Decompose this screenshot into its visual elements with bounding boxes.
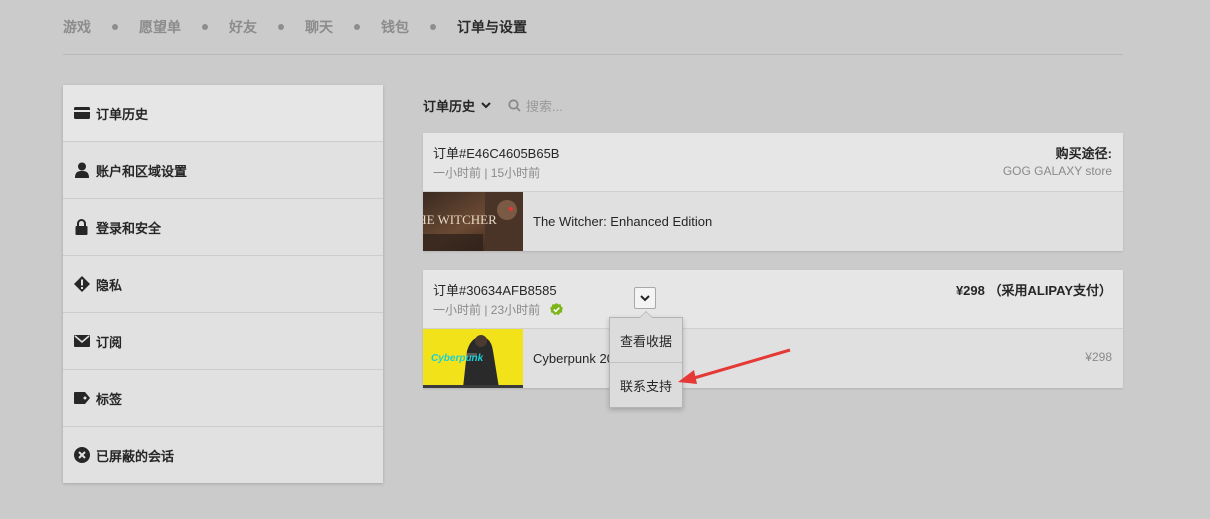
order-id: 订单#E46C4605B65B [433, 146, 560, 161]
sidebar-item-label: 隐私 [96, 277, 123, 293]
game-title[interactable]: The Witcher: Enhanced Edition [533, 214, 712, 229]
nav-separator [112, 24, 118, 30]
sidebar-item-privacy[interactable]: 隐私 [63, 256, 383, 313]
nav-separator [354, 24, 360, 30]
privacy-icon [73, 276, 90, 293]
game-thumbnail-witcher: THE WITCHER [423, 192, 523, 251]
nav-separator [278, 24, 284, 30]
nav-friends[interactable]: 好友 [229, 17, 257, 37]
purchase-channel: GOG GALAXY store [1002, 164, 1112, 178]
sidebar-item-label: 标签 [96, 391, 123, 407]
sidebar-item-order-history[interactable]: 订单历史 [63, 85, 383, 142]
sidebar-item-subscriptions[interactable]: 订阅 [63, 313, 383, 370]
nav-wishlist[interactable]: 愿望单 [139, 17, 181, 37]
order-header: 订单#E46C4605B65B 一小时前 | 15小时前 购买途径: GOG G… [423, 133, 1123, 192]
order-time: 一小时前 | 23小时前 [433, 301, 564, 318]
card-icon [73, 105, 90, 122]
item-price: ¥298 [1085, 350, 1112, 364]
sidebar-item-label: 已屏蔽的会话 [96, 448, 175, 464]
sidebar-item-blocked-conversations[interactable]: 已屏蔽的会话 [63, 427, 383, 483]
game-thumbnail-cyberpunk: Cyberpunk [423, 329, 523, 388]
mail-icon [73, 333, 90, 350]
settings-sidebar: 订单历史 账户和区域设置 登录和安全 隐私 订阅 标签 已屏蔽的会话 [63, 85, 383, 483]
nav-wallet[interactable]: 钱包 [381, 17, 409, 37]
sidebar-item-label: 登录和安全 [96, 220, 162, 236]
nav-separator [202, 24, 208, 30]
search-placeholder: 搜索... [526, 98, 563, 114]
svg-text:THE WITCHER: THE WITCHER [423, 212, 497, 227]
verified-check-icon [550, 303, 564, 316]
sidebar-item-account-region[interactable]: 账户和区域设置 [63, 142, 383, 199]
nav-orders-settings[interactable]: 订单与设置 [457, 17, 527, 37]
order-id: 订单#30634AFB8585 [433, 283, 557, 298]
order-header: 订单#30634AFB8585 一小时前 | 23小时前 ¥298 （采用ALI… [423, 270, 1123, 329]
sidebar-item-label: 订阅 [96, 334, 123, 350]
order-actions-toggle-button[interactable] [634, 287, 656, 309]
sidebar-item-label: 账户和区域设置 [96, 163, 188, 179]
user-icon [73, 162, 90, 179]
purchase-channel-label: 购买途径: [1055, 146, 1112, 161]
order-total-payment: ¥298 （采用ALIPAY支付） [955, 283, 1112, 298]
chevron-down-icon [640, 294, 650, 301]
search-icon [508, 98, 521, 112]
svg-text:Cyberpunk: Cyberpunk [431, 353, 484, 364]
order-item-row[interactable]: THE WITCHER The Witcher: Enhanced Editio… [423, 192, 1123, 251]
nav-games[interactable]: 游戏 [63, 17, 91, 37]
blocked-icon [73, 447, 90, 464]
tag-icon [73, 390, 90, 407]
nav-chat[interactable]: 聊天 [305, 17, 333, 37]
sidebar-item-login-security[interactable]: 登录和安全 [63, 199, 383, 256]
top-nav: 游戏 愿望单 好友 聊天 钱包 订单与设置 [63, 0, 1123, 55]
chevron-down-icon[interactable] [481, 101, 491, 109]
sidebar-item-tags[interactable]: 标签 [63, 370, 383, 427]
lock-icon [73, 219, 90, 236]
order-time: 一小时前 | 15小时前 [433, 166, 541, 180]
order-filter-bar: 订单历史 搜索... [423, 94, 563, 116]
nav-separator [430, 24, 436, 30]
sidebar-item-label: 订单历史 [96, 106, 149, 122]
red-arrow-icon [678, 348, 791, 384]
order-card: 订单#E46C4605B65B 一小时前 | 15小时前 购买途径: GOG G… [423, 133, 1123, 251]
search-input[interactable]: 搜索... [508, 96, 563, 115]
order-history-filter[interactable]: 订单历史 [423, 96, 475, 115]
